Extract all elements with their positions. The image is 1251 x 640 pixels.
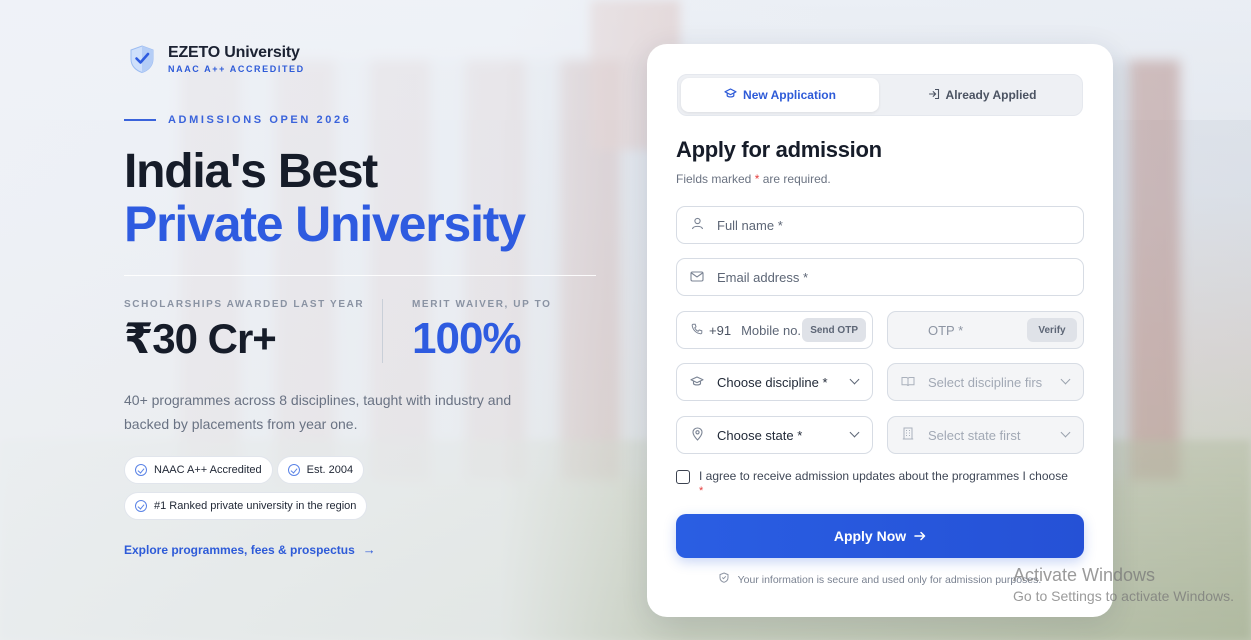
mail-icon [689,270,705,285]
otp-field[interactable]: OTP * Verify [887,311,1084,349]
security-note-text: Your information is secure and used only… [737,574,1042,586]
sign-in-icon [928,88,940,103]
stat-merit-waiver: MERIT WAIVER, UP TO 100% [412,299,552,364]
check-circle-icon [287,464,300,476]
tab-label: Already Applied [945,88,1037,102]
hero-divider [124,275,596,276]
badge-established: Est. 2004 [276,456,365,484]
required-note: Fields marked * are required. [676,172,831,186]
form-title: Apply for admission [676,137,882,162]
mobile-placeholder: Mobile no. [741,322,802,338]
email-placeholder: Email address * [717,269,809,285]
discipline-value: Choose discipline * [717,374,828,390]
full-name-placeholder: Full name * [717,217,783,233]
apply-now-button[interactable]: Apply Now [676,514,1084,558]
badge-ranking: #1 Ranked private university in the regi… [124,492,368,520]
sub-discipline-placeholder: Select discipline firs [928,374,1043,390]
required-star: * [754,172,760,186]
consent-row: I agree to receive admission updates abo… [676,469,1086,497]
consent-checkbox[interactable] [676,470,690,484]
hero-title-line2: Private University [124,196,526,252]
explore-programmes-link[interactable]: Explore programmes, fees & prospectus → [124,542,376,557]
check-circle-icon [135,500,147,512]
admissions-eyebrow: ADMISSIONS OPEN 2026 [124,114,351,126]
shield-check-icon [130,45,154,74]
hero-section: EZETO University NAAC A++ ACCREDITED ADM… [124,0,604,640]
verify-button[interactable]: Verify [1027,318,1077,342]
city-placeholder: Select state first [928,427,1021,443]
badge-naac: NAAC A++ Accredited [124,456,273,484]
building-icon [900,427,916,443]
explore-link-label: Explore programmes, fees & prospectus [124,542,355,557]
stat-label: SCHOLARSHIPS AWARDED LAST YEAR [124,299,365,310]
country-code[interactable]: +91 [709,323,731,338]
graduation-cap-icon [689,375,705,390]
tab-new-application[interactable]: New Application [681,78,879,112]
application-tabs: New Application Already Applied [677,74,1083,116]
phone-icon [689,323,705,338]
badge-label: NAAC A++ Accredited [154,464,262,476]
chevron-down-icon [849,427,860,438]
required-star: * [699,485,704,497]
brand-name: EZETO University [168,44,300,61]
tab-label: New Application [743,88,836,102]
send-otp-button[interactable]: Send OTP [802,318,866,342]
accreditation-label: NAAC A++ ACCREDITED [168,64,305,74]
shield-icon [719,572,732,586]
tab-already-applied[interactable]: Already Applied [883,78,1081,112]
watermark-line1: Activate Windows [1013,565,1156,585]
eyebrow-text: ADMISSIONS OPEN 2026 [168,114,352,126]
otp-placeholder: OTP * [928,322,964,338]
chevron-down-icon [1060,374,1071,385]
brand[interactable]: EZETO University NAAC A++ ACCREDITED [128,44,305,74]
stat-label: MERIT WAIVER, UP TO [412,299,552,310]
badge-label: Est. 2004 [306,464,354,476]
windows-activation-watermark: Activate Windows Go to Settings to activ… [1013,565,1234,604]
check-circle-icon [135,464,147,476]
state-value: Choose state * [717,427,803,443]
full-name-field[interactable]: Full name * [676,206,1084,244]
watermark-line2: Go to Settings to activate Windows. [1013,588,1234,604]
book-icon [900,375,916,390]
chevron-down-icon [1060,427,1071,438]
consent-text: I agree to receive admission updates abo… [699,469,1068,483]
discipline-select[interactable]: Choose discipline * [676,363,873,401]
apply-button-label: Apply Now [833,528,907,544]
required-note-text: Fields marked [676,172,752,186]
badge-list: NAAC A++ Accredited Est. 2004 #1 Ranked p… [124,456,424,528]
stat-value: ₹30 Cr+ [124,315,277,362]
email-field[interactable]: Email address * [676,258,1084,296]
application-card: New Application Already Applied Apply fo… [647,44,1113,617]
state-select[interactable]: Choose state * [676,416,873,454]
stat-value: 100% [412,314,522,363]
chevron-down-icon [849,374,860,385]
map-pin-icon [689,426,705,444]
arrow-right-icon: → [362,542,376,557]
graduation-cap-icon [724,88,737,102]
badge-label: #1 Ranked private university in the regi… [154,500,357,512]
required-note-text: are required. [762,172,831,186]
mobile-field[interactable]: +91 Mobile no. Send OTP [676,311,873,349]
hero-description: 40+ programmes across 8 disciplines, tau… [124,392,512,432]
arrow-right-icon [914,528,926,544]
hero-title-line1: India's Best [124,145,378,198]
user-icon [689,217,705,233]
stat-scholarships: SCHOLARSHIPS AWARDED LAST YEAR ₹30 Cr+ [124,299,364,363]
sub-discipline-select[interactable]: Select discipline firs [887,363,1084,401]
stat-separator [382,299,383,363]
city-select[interactable]: Select state first [887,416,1084,454]
